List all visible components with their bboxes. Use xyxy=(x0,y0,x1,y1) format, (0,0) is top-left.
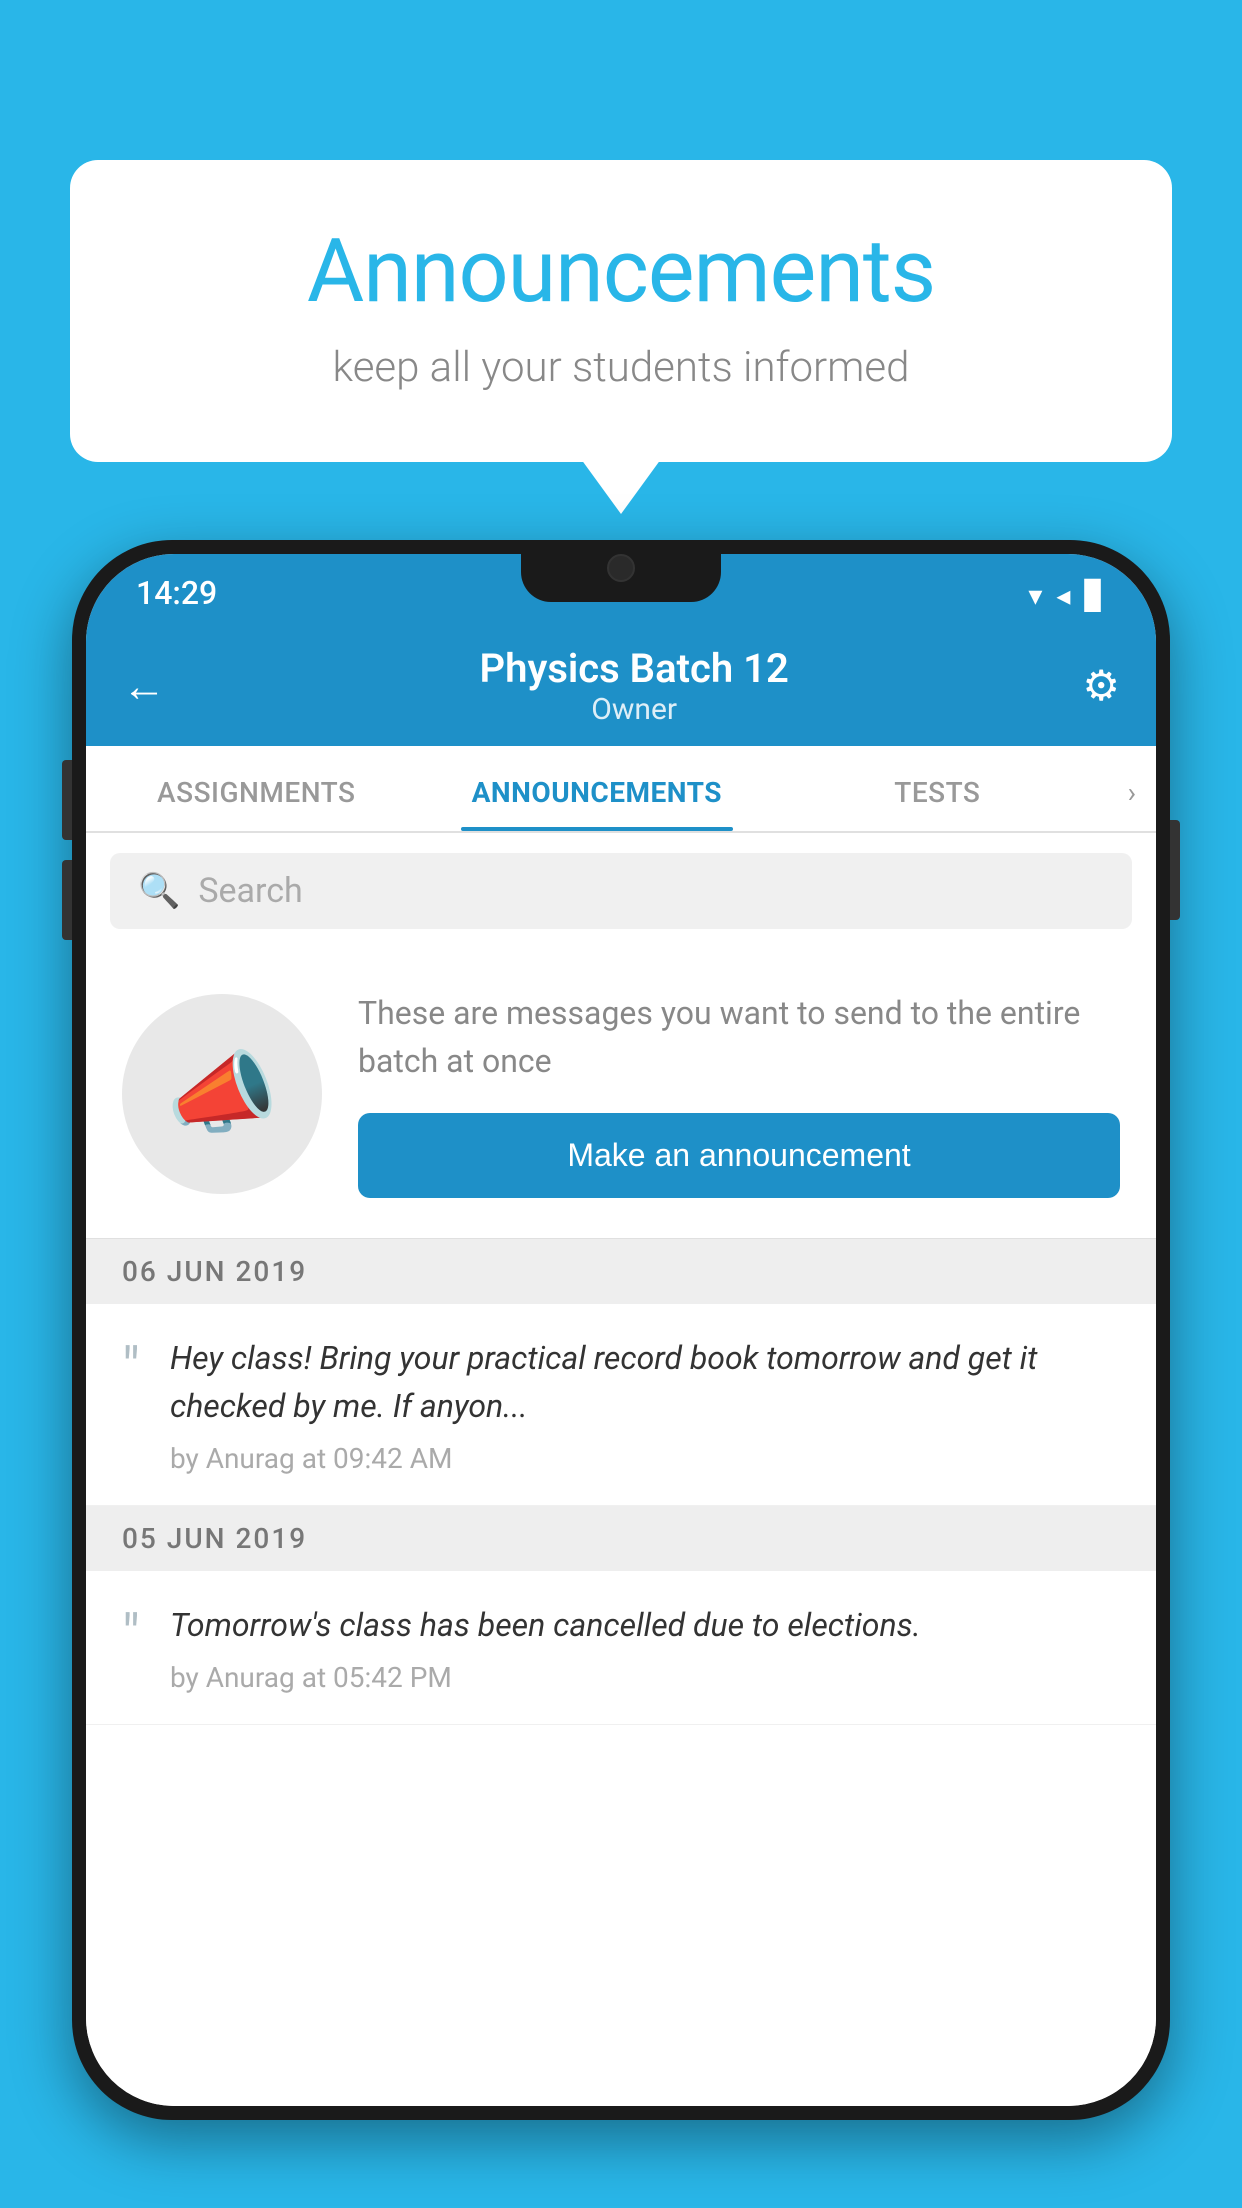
date-separator-2: 05 JUN 2019 xyxy=(86,1506,1156,1571)
announcement-item-1[interactable]: " Hey class! Bring your practical record… xyxy=(86,1304,1156,1506)
tab-announcements[interactable]: ANNOUNCEMENTS xyxy=(427,746,768,831)
megaphone-circle: 📣 xyxy=(122,994,322,1194)
announcement-item-2[interactable]: " Tomorrow's class has been cancelled du… xyxy=(86,1571,1156,1725)
status-icons: ▾ ◂ ▊ xyxy=(1028,579,1106,612)
battery-icon: ▊ xyxy=(1084,579,1106,612)
bubble-subtitle: keep all your students informed xyxy=(150,343,1092,392)
megaphone-icon: 📣 xyxy=(166,1041,278,1146)
cta-right: These are messages you want to send to t… xyxy=(358,989,1120,1198)
announcement-text-2: Tomorrow's class has been cancelled due … xyxy=(170,1601,1120,1649)
phone-camera xyxy=(607,554,635,582)
phone-container: 14:29 ▾ ◂ ▊ ← Physics Batch 12 Owner ⚙ xyxy=(72,540,1170,2208)
speech-bubble-container: Announcements keep all your students inf… xyxy=(70,160,1172,462)
announcement-meta-1: by Anurag at 09:42 AM xyxy=(170,1442,1120,1475)
search-icon: 🔍 xyxy=(138,871,180,911)
signal-icon: ◂ xyxy=(1056,579,1070,612)
user-role: Owner xyxy=(186,692,1082,727)
header-title-block: Physics Batch 12 Owner xyxy=(186,645,1082,727)
volume-up-button[interactable] xyxy=(62,760,72,840)
phone-frame: 14:29 ▾ ◂ ▊ ← Physics Batch 12 Owner ⚙ xyxy=(72,540,1170,2120)
power-button[interactable] xyxy=(1170,820,1180,920)
tab-assignments[interactable]: ASSIGNMENTS xyxy=(86,746,427,831)
batch-title: Physics Batch 12 xyxy=(186,645,1082,692)
status-time: 14:29 xyxy=(136,574,217,612)
search-container: 🔍 Search xyxy=(86,833,1156,949)
bubble-title: Announcements xyxy=(150,220,1092,323)
announcement-text-block-1: Hey class! Bring your practical record b… xyxy=(170,1334,1120,1475)
volume-down-button[interactable] xyxy=(62,860,72,940)
announcement-cta: 📣 These are messages you want to send to… xyxy=(86,949,1156,1239)
speech-bubble: Announcements keep all your students inf… xyxy=(70,160,1172,462)
search-bar[interactable]: 🔍 Search xyxy=(110,853,1132,929)
announcement-text-block-2: Tomorrow's class has been cancelled due … xyxy=(170,1601,1120,1694)
tab-tests[interactable]: TESTS xyxy=(767,746,1108,831)
tab-more[interactable]: › xyxy=(1108,746,1156,831)
make-announcement-button[interactable]: Make an announcement xyxy=(358,1113,1120,1198)
app-header: ← Physics Batch 12 Owner ⚙ xyxy=(86,626,1156,746)
tabs-bar: ASSIGNMENTS ANNOUNCEMENTS TESTS › xyxy=(86,746,1156,833)
announcement-text-1: Hey class! Bring your practical record b… xyxy=(170,1334,1120,1430)
wifi-icon: ▾ xyxy=(1028,579,1042,612)
announcement-meta-2: by Anurag at 05:42 PM xyxy=(170,1661,1120,1694)
back-button[interactable]: ← xyxy=(122,660,166,712)
quote-icon-1: " xyxy=(122,1340,140,1396)
settings-button[interactable]: ⚙ xyxy=(1082,661,1120,711)
phone-screen: 14:29 ▾ ◂ ▊ ← Physics Batch 12 Owner ⚙ xyxy=(86,554,1156,2106)
screen-content: 🔍 Search 📣 These are messages you want t… xyxy=(86,833,1156,2106)
cta-description: These are messages you want to send to t… xyxy=(358,989,1120,1085)
quote-icon-2: " xyxy=(122,1607,140,1663)
search-placeholder: Search xyxy=(198,871,302,911)
date-separator-1: 06 JUN 2019 xyxy=(86,1239,1156,1304)
